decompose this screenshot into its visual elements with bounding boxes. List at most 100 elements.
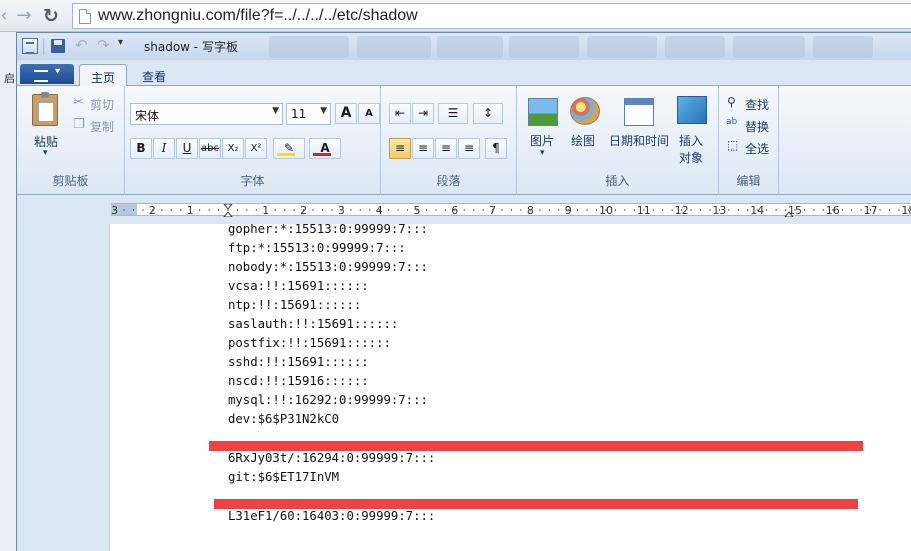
strikethrough-button[interactable]: abc <box>199 138 221 159</box>
replace-icon: ab <box>726 117 738 127</box>
insert-group: 图片 ▾ 绘图 日期和时间 插入 对象 插入 <box>517 86 719 195</box>
shrink-font-button[interactable]: A <box>358 103 380 124</box>
font-size-select[interactable]: 11 ▼ <box>286 103 331 125</box>
text-color-button[interactable]: A <box>309 138 341 159</box>
clipboard-group-label: 剪贴板 <box>52 174 89 188</box>
redaction-bar <box>209 441 863 451</box>
wordpad-app-icon[interactable] <box>22 38 38 54</box>
document-line: saslauth:!!:15691:::::: <box>228 317 399 331</box>
document-line: postfix:!!:15691:::::: <box>228 336 391 350</box>
justify-button[interactable]: ≡ <box>458 138 480 159</box>
wordpad-window: ↶ ↷ ▾ shadow - 写字板 主页 查看 粘贴 ▾ ✂ 剪切 ❐ 复制 … <box>16 32 911 551</box>
document-area: gopher:*:15513:0:99999:7::: ftp:*:15513:0… <box>17 224 911 551</box>
taskbar-blur-tab <box>509 36 579 58</box>
taskbar-blur-tab <box>437 36 503 58</box>
document-line: dev:$6$P31N2kC0 <box>228 412 340 426</box>
decrease-indent-button[interactable]: ⇤ <box>389 103 411 124</box>
qat-customize-icon[interactable]: ▾ <box>118 37 123 48</box>
redo-icon[interactable]: ↷ <box>97 36 110 54</box>
tab-home[interactable]: 主页 <box>79 64 128 87</box>
clipboard-group: 粘贴 ▾ ✂ 剪切 ❐ 复制 剪贴板 <box>17 86 125 195</box>
url-text[interactable]: www.zhongniu.com/file?f=../../../../etc/… <box>98 7 418 25</box>
highlight-color-button[interactable]: ✎ <box>273 138 305 159</box>
align-center-button[interactable]: ≡ <box>412 138 434 159</box>
save-icon[interactable] <box>51 39 65 53</box>
find-icon: ⚲ <box>727 95 736 109</box>
font-family-select[interactable]: 宋体 ▼ <box>130 103 283 125</box>
insert-object-button[interactable]: 插入 <box>679 132 703 149</box>
title-bar: ↶ ↷ ▾ shadow - 写字板 <box>17 33 911 60</box>
ruler-strip: 321123456789101112131415161718 <box>111 203 911 217</box>
paragraph-settings-button[interactable]: ¶ <box>485 138 507 159</box>
page-icon <box>79 9 91 24</box>
document-line: ntp:!!:15691:::::: <box>228 298 362 312</box>
picture-button[interactable]: 图片 <box>530 132 554 149</box>
paste-icon[interactable] <box>32 92 58 126</box>
address-bar[interactable]: www.zhongniu.com/file?f=../../../../etc/… <box>72 3 911 29</box>
browser-toolbar: ‹ → ↻ www.zhongniu.com/file?f=../../../.… <box>0 0 911 32</box>
ribbon-tabs: 主页 查看 <box>17 60 911 87</box>
increase-indent-button[interactable]: ⇥ <box>412 103 434 124</box>
document-line: nscd:!!:15916:::::: <box>228 374 369 388</box>
select-all-button[interactable]: 全选 <box>745 140 769 157</box>
select-all-icon: ⬚ <box>727 138 739 152</box>
document-line: sshd:!!:15691:::::: <box>228 355 369 369</box>
find-button[interactable]: 查找 <box>745 96 769 113</box>
superscript-button[interactable]: X² <box>245 138 267 159</box>
paragraph-group: ⇤ ⇥ ☰ ↕ ≡ ≡ ≡ ≡ ¶ 段落 <box>381 86 517 195</box>
taskbar-blur-tab <box>813 36 873 58</box>
taskbar-blur-tab <box>357 36 431 58</box>
editing-group-label: 编辑 <box>736 174 761 188</box>
tab-view[interactable]: 查看 <box>131 64 177 87</box>
italic-button[interactable]: I <box>153 138 175 159</box>
copy-button[interactable]: 复制 <box>90 118 114 135</box>
paint-button[interactable]: 绘图 <box>571 132 595 149</box>
chevron-down-icon: ▼ <box>272 106 279 116</box>
taskbar-blur-tab <box>587 36 657 58</box>
bullets-button[interactable]: ☰ <box>438 103 468 124</box>
cut-button[interactable]: 剪切 <box>90 96 114 113</box>
subscript-button[interactable]: X₂ <box>222 138 244 159</box>
line-spacing-button[interactable]: ↕ <box>473 103 503 124</box>
underline-button[interactable]: U <box>176 138 198 159</box>
back-arrow-icon[interactable]: ‹ <box>0 5 14 27</box>
document-line: git:$6$ET17InVM <box>228 470 340 484</box>
paragraph-group-label: 段落 <box>436 174 461 188</box>
ruler[interactable]: 321123456789101112131415161718 <box>17 196 911 224</box>
insert-object-button-line2[interactable]: 对象 <box>679 149 703 166</box>
date-time-button[interactable]: 日期和时间 <box>609 132 669 149</box>
qat-divider <box>43 39 44 55</box>
taskbar-blur-tab <box>269 36 349 58</box>
ruler-ticks: 321123456789101112131415161718 <box>111 204 911 217</box>
insert-group-label: 插入 <box>605 174 630 188</box>
picture-icon[interactable] <box>528 98 558 126</box>
highlight-swatch <box>277 153 295 156</box>
forward-arrow-icon[interactable]: → <box>14 5 34 27</box>
cut-icon: ✂ <box>73 95 84 110</box>
reload-icon[interactable]: ↻ <box>41 5 61 27</box>
paste-dropdown-icon[interactable]: ▾ <box>43 148 48 158</box>
font-group-label: 字体 <box>240 174 265 188</box>
replace-button[interactable]: 替换 <box>745 118 769 135</box>
insert-object-icon[interactable] <box>677 96 707 124</box>
taskbar-blur-tab <box>665 36 725 58</box>
background-window-text: 启 <box>4 72 15 85</box>
editing-group: ⚲ 查找 ab 替换 ⬚ 全选 编辑 <box>719 86 779 195</box>
undo-icon[interactable]: ↶ <box>75 36 88 54</box>
picture-dropdown-icon[interactable]: ▾ <box>540 148 545 158</box>
align-right-button[interactable]: ≡ <box>435 138 457 159</box>
font-size-value: 11 <box>291 107 307 121</box>
font-group: 宋体 ▼ 11 ▼ A A B I U abc X₂ X² ✎ A 字体 <box>125 86 381 195</box>
document-page[interactable]: gopher:*:15513:0:99999:7::: ftp:*:15513:0… <box>109 224 911 551</box>
align-left-button[interactable]: ≡ <box>389 138 411 159</box>
taskbar-blur-tab <box>733 36 805 58</box>
calendar-icon[interactable] <box>624 98 654 126</box>
grow-font-button[interactable]: A <box>335 103 357 124</box>
redaction-bar <box>214 499 858 509</box>
document-line: 6RxJy03t/:16294:0:99999:7::: <box>228 451 436 465</box>
ruler-tick-label: 18 <box>901 204 911 217</box>
bold-button[interactable]: B <box>130 138 152 159</box>
paint-icon[interactable] <box>570 97 600 125</box>
copy-icon: ❐ <box>73 117 85 132</box>
app-menu-button[interactable] <box>20 64 74 84</box>
